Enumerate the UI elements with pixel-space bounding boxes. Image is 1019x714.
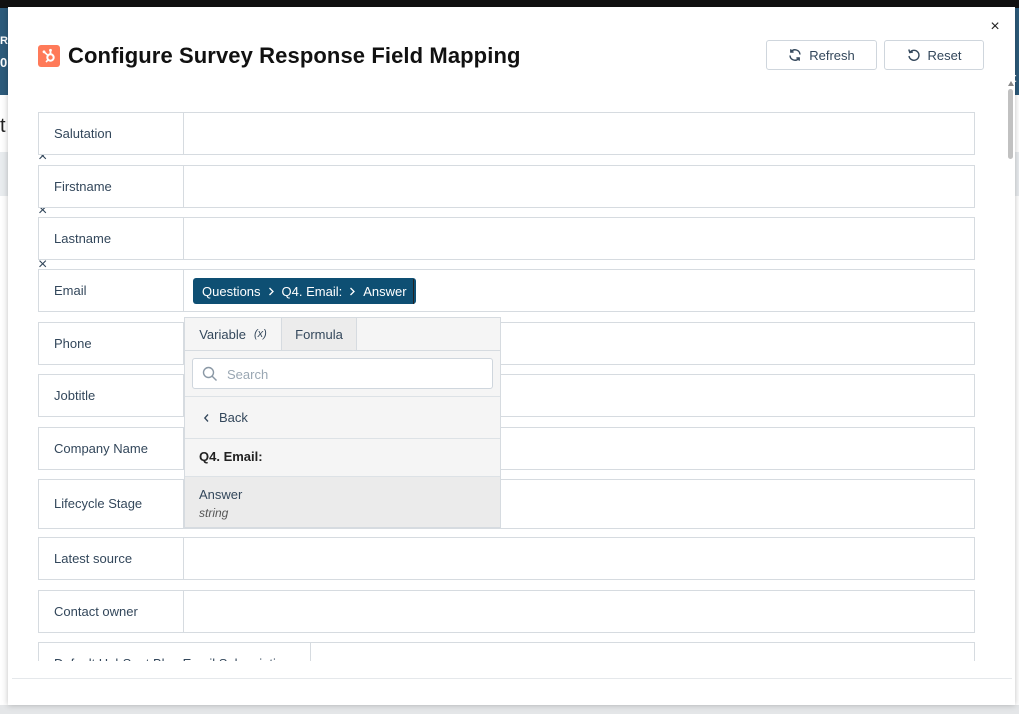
field-row-lifecycle-stage: Lifecycle Stage — [38, 479, 975, 529]
field-value-input[interactable] — [185, 218, 974, 259]
variable-path-chip[interactable]: Questions Q4. Email: Answer — [193, 278, 416, 304]
variable-picker-dropdown: Variable (x) Formula Back Q4. Email: Ans… — [184, 317, 501, 528]
chevron-right-icon — [349, 287, 356, 296]
field-value-input[interactable] — [185, 591, 974, 632]
chevron-right-icon — [268, 287, 275, 296]
field-value-input[interactable] — [185, 113, 974, 154]
variable-option-answer[interactable]: Answer string — [185, 477, 500, 527]
scroll-thumb[interactable] — [1008, 89, 1013, 159]
field-mapping-list: Salutation × Firstname × Lastname × Emai… — [38, 112, 998, 661]
field-label: Firstname — [39, 166, 184, 207]
reset-icon — [907, 48, 921, 62]
field-row-phone: Phone — [38, 322, 975, 365]
backdrop-text: 0 — [0, 55, 8, 70]
field-label: Contact owner — [39, 591, 184, 632]
field-row-jobtitle: Jobtitle — [38, 374, 975, 417]
divider — [185, 438, 500, 439]
back-label: Back — [219, 410, 248, 425]
field-label: Email — [39, 270, 184, 311]
text-caret — [413, 279, 414, 304]
backdrop-text: R — [0, 35, 8, 47]
field-row-email: Email Questions Q4. Email: Answer — [38, 269, 975, 312]
field-label: Lifecycle Stage — [39, 480, 184, 528]
chevron-left-icon — [203, 413, 210, 423]
field-row-company-name: Company Name — [38, 427, 975, 470]
field-row-blog-subscription: Default HubSpot Blog Email Subscription — [38, 642, 975, 661]
modal-header: Configure Survey Response Field Mapping — [38, 43, 521, 69]
backdrop-bottom — [0, 705, 1019, 714]
path-segment: Answer — [363, 283, 407, 299]
reset-label: Reset — [927, 47, 962, 63]
scroll-up-arrow-icon[interactable] — [1008, 81, 1014, 86]
hubspot-logo-icon — [38, 45, 60, 67]
field-label: Phone — [39, 323, 184, 364]
close-button[interactable]: × — [986, 17, 1004, 37]
tab-variable[interactable]: Variable (x) — [185, 318, 282, 350]
field-mapping-modal: × Configure Survey Response Field Mappin… — [8, 7, 1015, 705]
search-box — [192, 358, 493, 389]
picker-tabs: Variable (x) Formula — [185, 318, 500, 351]
option-type: string — [199, 506, 229, 520]
footer-divider — [12, 678, 1012, 679]
path-segment: Q4. Email: — [281, 283, 343, 299]
tab-formula[interactable]: Formula — [282, 318, 357, 350]
field-label: Default HubSpot Blog Email Subscription — [39, 643, 311, 661]
option-name: Answer — [199, 487, 243, 502]
backdrop-text: t — [0, 115, 6, 137]
modal-scrollbar[interactable] — [1007, 81, 1015, 679]
back-button[interactable]: Back — [185, 397, 500, 438]
field-value-input[interactable] — [185, 538, 974, 579]
field-row-salutation: Salutation — [38, 112, 975, 155]
refresh-icon — [788, 48, 802, 62]
modal-title: Configure Survey Response Field Mapping — [68, 43, 521, 68]
search-input[interactable] — [225, 364, 484, 385]
field-value-input[interactable] — [185, 166, 974, 207]
field-label: Lastname — [39, 218, 184, 259]
search-icon — [202, 366, 218, 387]
field-label: Company Name — [39, 428, 184, 469]
field-row-latest-source: Latest source — [38, 537, 975, 580]
path-segment: Questions — [202, 283, 261, 299]
field-row-lastname: Lastname — [38, 217, 975, 260]
field-label: Jobtitle — [39, 375, 184, 416]
field-value-input[interactable] — [312, 643, 974, 661]
field-value-input[interactable]: Questions Q4. Email: Answer — [185, 270, 974, 311]
field-label: Salutation — [39, 113, 184, 154]
field-label: Latest source — [39, 538, 184, 579]
reset-button[interactable]: Reset — [884, 40, 984, 70]
field-row-firstname: Firstname — [38, 165, 975, 208]
group-title: Q4. Email: — [199, 449, 263, 464]
variable-icon: (x) — [253, 328, 267, 340]
tab-variable-label: Variable — [199, 326, 246, 342]
field-row-contact-owner: Contact owner — [38, 590, 975, 633]
refresh-label: Refresh — [809, 47, 855, 63]
refresh-button[interactable]: Refresh — [766, 40, 877, 70]
